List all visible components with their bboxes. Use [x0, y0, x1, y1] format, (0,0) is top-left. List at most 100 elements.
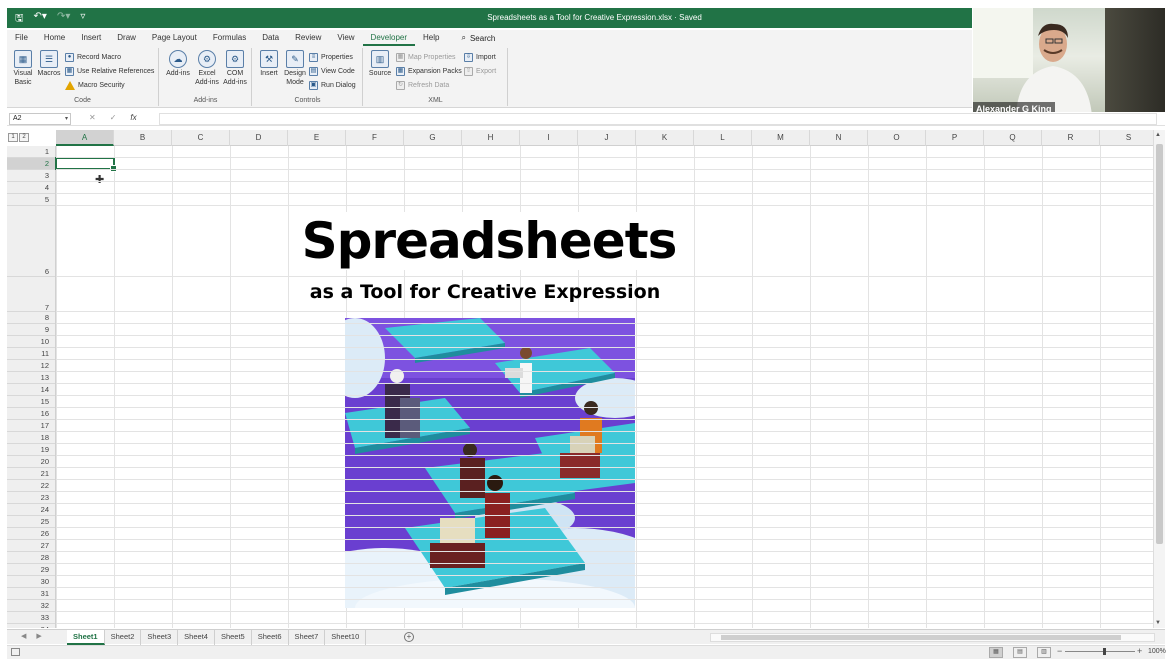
- row-header[interactable]: 6: [7, 206, 55, 277]
- page-break-view-icon[interactable]: ▥: [1037, 647, 1051, 658]
- row-header[interactable]: 33: [7, 612, 55, 624]
- column-header[interactable]: J: [578, 130, 636, 146]
- tab-draw[interactable]: Draw: [109, 30, 144, 46]
- sheet-tab-sheet10[interactable]: Sheet10: [325, 630, 367, 645]
- column-header[interactable]: F: [346, 130, 404, 146]
- column-header[interactable]: E: [288, 130, 346, 146]
- next-sheet-icon[interactable]: ▶: [36, 632, 41, 640]
- column-header[interactable]: S: [1100, 130, 1158, 146]
- row-header[interactable]: 5: [7, 194, 55, 206]
- vertical-scroll-thumb[interactable]: [1156, 144, 1163, 544]
- insert-function-icon[interactable]: fx: [130, 113, 136, 122]
- insert-control-button[interactable]: ⚒ Insert: [257, 50, 281, 78]
- cancel-icon[interactable]: ✕: [89, 113, 96, 122]
- import-button[interactable]: ⇩ Import: [464, 53, 496, 62]
- row-header[interactable]: 31: [7, 588, 55, 600]
- source-button[interactable]: ▥ Source: [368, 50, 392, 78]
- row-header[interactable]: 4: [7, 182, 55, 194]
- enter-icon[interactable]: ✓: [110, 113, 117, 122]
- row-header[interactable]: 11: [7, 348, 55, 360]
- tab-insert[interactable]: Insert: [73, 30, 109, 46]
- row-header[interactable]: 1: [7, 146, 55, 158]
- tab-developer[interactable]: Developer: [362, 30, 416, 46]
- name-box[interactable]: A2 ▾: [9, 113, 71, 125]
- column-header[interactable]: D: [230, 130, 288, 146]
- add-sheet-icon[interactable]: +: [404, 632, 414, 642]
- row-header[interactable]: 34: [7, 624, 55, 628]
- row-header[interactable]: 2: [7, 158, 55, 170]
- run-dialog-button[interactable]: ▣ Run Dialog: [309, 81, 356, 90]
- row-header[interactable]: 29: [7, 564, 55, 576]
- row-header[interactable]: 26: [7, 528, 55, 540]
- sheet-tab-sheet2[interactable]: Sheet2: [105, 630, 142, 645]
- sheet-tab-sheet6[interactable]: Sheet6: [252, 630, 289, 645]
- normal-view-icon[interactable]: ▦: [989, 647, 1003, 658]
- zoom-level[interactable]: 100%: [1148, 648, 1166, 655]
- row-header[interactable]: 22: [7, 480, 55, 492]
- row-header[interactable]: 7: [7, 277, 55, 312]
- zoom-slider[interactable]: [1065, 648, 1135, 655]
- row-header[interactable]: 24: [7, 504, 55, 516]
- sheet-tab-sheet5[interactable]: Sheet5: [215, 630, 252, 645]
- horizontal-scrollbar[interactable]: [710, 633, 1155, 642]
- accessibility-icon[interactable]: [11, 648, 20, 656]
- row-header[interactable]: 3: [7, 170, 55, 182]
- tab-home[interactable]: Home: [36, 30, 73, 46]
- column-header[interactable]: R: [1042, 130, 1100, 146]
- column-header[interactable]: L: [694, 130, 752, 146]
- sheet-tab-sheet4[interactable]: Sheet4: [178, 630, 215, 645]
- sheet-tab-sheet7[interactable]: Sheet7: [289, 630, 326, 645]
- office-clipart-image[interactable]: [345, 318, 635, 608]
- column-header[interactable]: Q: [984, 130, 1042, 146]
- row-header[interactable]: 15: [7, 396, 55, 408]
- outline-level-1[interactable]: 1: [8, 133, 18, 142]
- search-box[interactable]: ⌕ Search: [447, 33, 495, 43]
- row-header[interactable]: 32: [7, 600, 55, 612]
- row-header[interactable]: 10: [7, 336, 55, 348]
- worksheet[interactable]: 1 2 ABCDEFGHIJKLMNOPQRS 1 2 3 4 5 6 7 8 9 10 11 12 1…: [7, 130, 1165, 628]
- visual-basic-button[interactable]: ▦ Visual Basic: [11, 50, 35, 87]
- row-header[interactable]: 21: [7, 468, 55, 480]
- com-addins-button[interactable]: ⚙ COM Add-ins: [222, 50, 248, 87]
- zoom-in-icon[interactable]: +: [1137, 646, 1142, 656]
- column-header[interactable]: O: [868, 130, 926, 146]
- tab-formulas[interactable]: Formulas: [205, 30, 254, 46]
- excel-addins-button[interactable]: ⚙ Excel Add-ins: [194, 50, 220, 87]
- column-header[interactable]: N: [810, 130, 868, 146]
- design-mode-button[interactable]: ✎ Design Mode: [283, 50, 307, 87]
- properties-button[interactable]: ≡ Properties: [309, 53, 353, 62]
- record-macro-button[interactable]: ● Record Macro: [65, 53, 121, 62]
- horizontal-scroll-thumb[interactable]: [721, 635, 1121, 640]
- row-header[interactable]: 28: [7, 552, 55, 564]
- column-header[interactable]: G: [404, 130, 462, 146]
- row-header[interactable]: 23: [7, 492, 55, 504]
- row-header[interactable]: 30: [7, 576, 55, 588]
- tab-file[interactable]: File: [7, 30, 36, 46]
- row-header[interactable]: 18: [7, 432, 55, 444]
- expansion-packs-button[interactable]: ▦ Expansion Packs: [396, 67, 462, 76]
- row-header[interactable]: 9: [7, 324, 55, 336]
- macros-button[interactable]: ☰ Macros: [37, 50, 61, 78]
- sheet-tab-sheet3[interactable]: Sheet3: [141, 630, 179, 645]
- export-button[interactable]: ⇧ Export: [464, 67, 496, 76]
- tab-view[interactable]: View: [329, 30, 362, 46]
- tab-review[interactable]: Review: [287, 30, 329, 46]
- row-header[interactable]: 27: [7, 540, 55, 552]
- row-header[interactable]: 12: [7, 360, 55, 372]
- page-layout-view-icon[interactable]: ▤: [1013, 647, 1027, 658]
- prev-sheet-icon[interactable]: ◀: [21, 632, 26, 640]
- column-header[interactable]: P: [926, 130, 984, 146]
- row-header[interactable]: 25: [7, 516, 55, 528]
- column-header[interactable]: C: [172, 130, 230, 146]
- zoom-out-icon[interactable]: −: [1057, 646, 1062, 656]
- row-header[interactable]: 8: [7, 312, 55, 324]
- tab-page-layout[interactable]: Page Layout: [144, 30, 205, 46]
- column-header[interactable]: B: [114, 130, 172, 146]
- column-header[interactable]: M: [752, 130, 810, 146]
- column-header[interactable]: K: [636, 130, 694, 146]
- formula-input[interactable]: [159, 113, 1157, 125]
- row-header[interactable]: 19: [7, 444, 55, 456]
- scroll-up-icon[interactable]: ▲: [1155, 132, 1161, 138]
- column-header[interactable]: I: [520, 130, 578, 146]
- view-code-button[interactable]: ▤ View Code: [309, 67, 355, 76]
